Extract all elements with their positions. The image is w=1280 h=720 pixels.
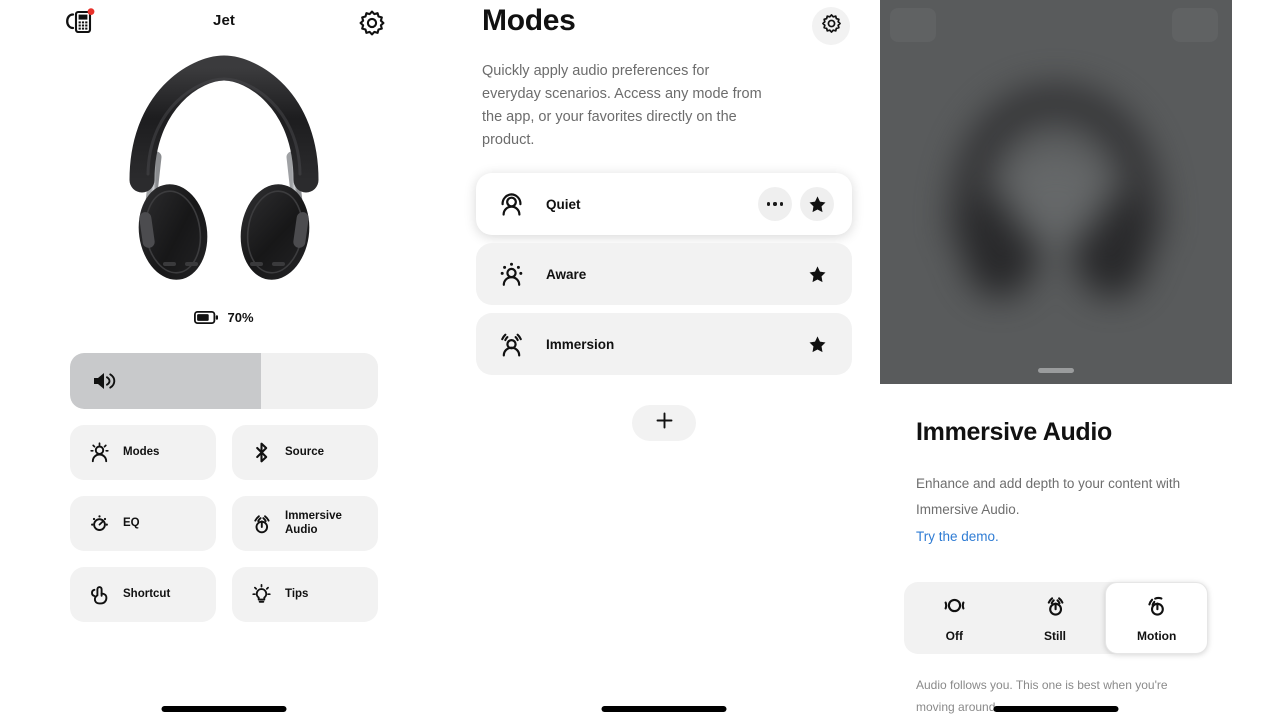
mode-row-actions [758, 187, 834, 221]
volume-slider[interactable] [70, 353, 378, 409]
tile-label: EQ [123, 516, 140, 529]
try-demo-link[interactable]: Try the demo. [916, 524, 999, 550]
mode-name-label: Quiet [546, 196, 581, 212]
lightbulb-icon [250, 583, 273, 606]
star-filled-icon[interactable] [800, 187, 834, 221]
tile-label: Immersive Audio [285, 509, 342, 536]
segment-off[interactable]: Off [904, 582, 1005, 654]
gear-icon [821, 13, 842, 39]
segment-label: Still [1044, 628, 1067, 643]
blurred-headphones-backdrop [880, 0, 1232, 384]
shortcut-tap-icon [88, 583, 111, 606]
page-title: Modes [482, 4, 576, 37]
star-filled-icon[interactable] [800, 327, 834, 361]
backdrop-ghost-control-right [1172, 8, 1218, 42]
quick-action-grid: Modes Source EQ Immersive Audio Shortcut… [70, 425, 378, 622]
immersive-audio-icon [250, 512, 273, 535]
tile-label: Source [285, 445, 324, 458]
segment-label: Off [945, 628, 963, 643]
product-image-headphones [129, 55, 319, 280]
home-indicator [993, 706, 1119, 712]
mode-name-label: Aware [546, 266, 587, 282]
immersive-still-icon [1043, 594, 1068, 624]
modes-settings-button[interactable] [812, 7, 850, 45]
star-filled-icon[interactable] [800, 257, 834, 291]
mode-row-actions [800, 257, 834, 291]
mode-row-aware[interactable]: Aware [476, 243, 852, 305]
tile-label: Tips [285, 587, 309, 600]
tile-label: Shortcut [123, 587, 171, 600]
ellipsis-icon[interactable] [758, 187, 792, 221]
sheet-drag-handle[interactable] [1038, 368, 1074, 373]
speaker-icon [92, 370, 116, 392]
device-home-panel: Jet 70% Modes Source EQ Immersive Audio … [0, 0, 448, 720]
immersive-audio-sheet: Immersive Audio Enhance and add depth to… [880, 384, 1232, 720]
tile-tips[interactable]: Tips [232, 567, 378, 622]
blurred-product-shape [949, 84, 1163, 298]
segment-label: Motion [1137, 628, 1177, 643]
home-indicator [161, 706, 287, 712]
battery-percent-label: 70% [227, 310, 254, 325]
modes-header: Modes [448, 4, 880, 45]
tile-source[interactable]: Source [232, 425, 378, 480]
mode-name-label: Immersion [546, 336, 615, 352]
device-topbar: Jet [0, 0, 448, 46]
immersive-off-icon [942, 594, 967, 624]
mode-row-actions [800, 327, 834, 361]
modes-panel: Modes Quickly apply audio preferences fo… [448, 0, 880, 720]
quiet-person-icon [498, 191, 525, 218]
mode-row-quiet[interactable]: Quiet [476, 173, 852, 235]
battery-icon [194, 311, 219, 324]
segment-motion[interactable]: Motion [1105, 582, 1209, 654]
home-indicator [601, 706, 727, 712]
tile-label: Modes [123, 445, 160, 458]
eq-dial-icon [88, 512, 111, 535]
gear-icon[interactable] [358, 9, 386, 37]
aware-person-icon [498, 261, 525, 288]
tile-eq[interactable]: EQ [70, 496, 216, 551]
tile-shortcut[interactable]: Shortcut [70, 567, 216, 622]
screenshot-stage: Jet 70% Modes Source EQ Immersive Audio … [0, 0, 1280, 720]
modes-person-icon [88, 441, 111, 464]
sheet-title: Immersive Audio [916, 418, 1113, 446]
bluetooth-icon [250, 441, 273, 464]
sheet-description: Enhance and add depth to your content wi… [916, 476, 1181, 517]
immersive-mode-segmented-control: Off Still Motion [904, 582, 1209, 654]
add-mode-button[interactable] [632, 405, 696, 441]
tile-modes[interactable]: Modes [70, 425, 216, 480]
immersion-person-icon [498, 331, 525, 358]
immersive-audio-panel: Immersive Audio Enhance and add depth to… [880, 0, 1280, 720]
backdrop-ghost-control-left [890, 8, 936, 42]
battery-status: 70% [0, 310, 448, 325]
mode-row-immersion[interactable]: Immersion [476, 313, 852, 375]
plus-icon [656, 412, 673, 434]
modes-description: Quickly apply audio preferences for ever… [482, 63, 762, 148]
segment-still[interactable]: Still [1005, 582, 1106, 654]
modes-list: Quiet Aware Immersion [476, 173, 852, 375]
tile-immersive-audio[interactable]: Immersive Audio [232, 496, 378, 551]
immersive-motion-icon [1144, 594, 1169, 624]
